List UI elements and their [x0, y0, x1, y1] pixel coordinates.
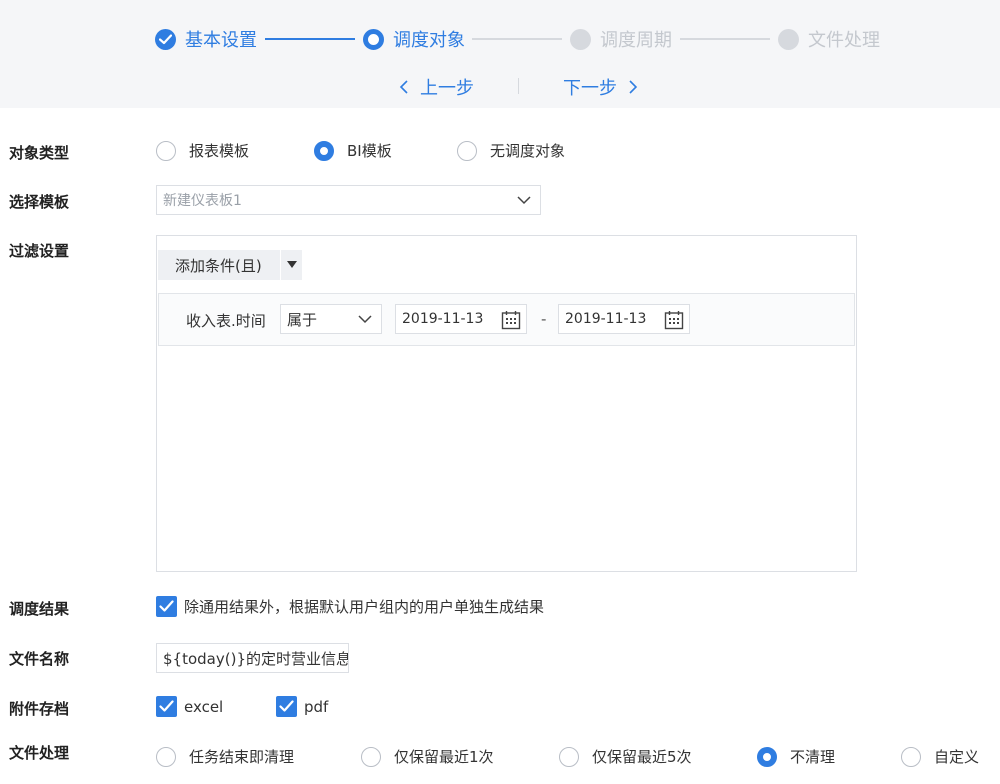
- wizard-header: 基本设置 调度对象 调度周期 文件处理 上一步 下一步: [0, 0, 1000, 108]
- checkbox-label: excel: [184, 697, 224, 716]
- filter-condition-row: 收入表.时间 属于 2019-11-13 - 2019-11-13: [158, 293, 855, 346]
- pdf-checkbox[interactable]: pdf: [276, 696, 328, 717]
- step-label: 调度对象: [393, 30, 465, 51]
- template-select[interactable]: 新建仪表板1: [156, 185, 541, 215]
- radio-no-object[interactable]: 无调度对象: [457, 140, 565, 161]
- radio-label: 无调度对象: [490, 142, 566, 160]
- radio-label: 仅保留最近1次: [394, 748, 494, 766]
- step-connector: [472, 38, 562, 40]
- step-connector: [680, 38, 770, 40]
- filter-label: 过滤设置: [9, 242, 70, 260]
- next-step-label: 下一步: [563, 78, 617, 99]
- schedule-result-label: 调度结果: [9, 600, 70, 618]
- per-user-result-checkbox[interactable]: 除通用结果外，根据默认用户组内的用户单独生成结果: [156, 596, 544, 617]
- step-schedule-period[interactable]: 调度周期: [570, 27, 672, 51]
- template-label: 选择模板: [9, 193, 70, 211]
- radio-label: 报表模板: [189, 142, 250, 160]
- checkbox-label: 除通用结果外，根据默认用户组内的用户单独生成结果: [184, 598, 545, 616]
- radio-circle-selected: [314, 140, 334, 161]
- radio-no-clean[interactable]: 不清理: [757, 746, 835, 767]
- file-name-input[interactable]: ${today()}的定时营业信息: [156, 643, 349, 673]
- step-file-handling[interactable]: 文件处理: [778, 27, 880, 51]
- radio-circle: [901, 746, 921, 767]
- radio-keep-last-1[interactable]: 仅保留最近1次: [361, 746, 494, 767]
- checkbox-checked-icon: [156, 596, 177, 617]
- radio-circle: [156, 746, 176, 767]
- radio-clean-on-finish[interactable]: 任务结束即清理: [156, 746, 294, 767]
- radio-circle: [559, 746, 579, 767]
- checkbox-label: pdf: [304, 697, 329, 716]
- chevron-down-icon: [517, 196, 531, 205]
- radio-label: BI模板: [347, 142, 392, 160]
- add-condition-dropdown[interactable]: [281, 250, 302, 280]
- radio-label: 任务结束即清理: [189, 748, 295, 766]
- chevron-down-icon: [358, 315, 372, 324]
- checkbox-checked-icon: [156, 696, 177, 717]
- active-step-icon: [363, 28, 384, 50]
- step-connector: [265, 38, 355, 40]
- file-name-label: 文件名称: [9, 650, 70, 668]
- calendar-icon[interactable]: [501, 310, 521, 330]
- radio-keep-last-5[interactable]: 仅保留最近5次: [559, 746, 692, 767]
- radio-custom[interactable]: 自定义: [901, 746, 979, 767]
- step-label: 文件处理: [808, 30, 880, 51]
- pending-step-icon: [570, 28, 591, 50]
- file-name-value: ${today()}的定时营业信息: [163, 649, 349, 668]
- prev-step-label: 上一步: [420, 78, 474, 99]
- attachment-label: 附件存档: [9, 700, 70, 718]
- radio-circle: [361, 746, 381, 767]
- pending-step-icon: [778, 28, 799, 50]
- condition-operator-select[interactable]: 属于: [280, 304, 382, 334]
- radio-label: 仅保留最近5次: [592, 748, 692, 766]
- template-select-value: 新建仪表板1: [163, 193, 242, 209]
- object-type-label: 对象类型: [9, 144, 70, 162]
- step-label: 调度周期: [600, 30, 672, 51]
- add-condition-label: 添加条件(且): [175, 256, 262, 275]
- calendar-icon[interactable]: [664, 310, 684, 330]
- step-schedule-object[interactable]: 调度对象: [363, 27, 465, 51]
- start-date-input[interactable]: 2019-11-13: [395, 304, 527, 334]
- caret-down-icon: [286, 261, 297, 268]
- radio-label: 不清理: [790, 748, 836, 766]
- step-label: 基本设置: [185, 30, 257, 51]
- radio-circle: [457, 140, 477, 161]
- end-date-input[interactable]: 2019-11-13: [558, 304, 690, 334]
- radio-label: 自定义: [934, 748, 980, 766]
- prev-step-button[interactable]: 上一步: [399, 74, 474, 100]
- radio-circle-selected: [757, 746, 777, 767]
- step-basic-settings[interactable]: 基本设置: [155, 27, 257, 51]
- add-condition-button[interactable]: 添加条件(且): [158, 250, 280, 280]
- excel-checkbox[interactable]: excel: [156, 696, 223, 717]
- radio-report-template[interactable]: 报表模板: [156, 140, 249, 161]
- end-date-value: 2019-11-13: [565, 311, 647, 327]
- radio-circle: [156, 140, 176, 161]
- check-circle-icon: [155, 28, 176, 50]
- radio-bi-template[interactable]: BI模板: [314, 140, 392, 161]
- checkbox-checked-icon: [276, 696, 297, 717]
- start-date-value: 2019-11-13: [402, 311, 484, 327]
- condition-field: 收入表.时间: [186, 312, 266, 330]
- filter-panel: 添加条件(且) 收入表.时间 属于 2019-11-13 - 2019-11-1…: [156, 235, 857, 572]
- chevron-left-icon: [399, 80, 408, 94]
- file-handling-label: 文件处理: [9, 744, 70, 762]
- nav-divider: [518, 78, 519, 94]
- date-range-separator: -: [541, 310, 547, 328]
- next-step-button[interactable]: 下一步: [563, 74, 638, 100]
- chevron-right-icon: [629, 80, 638, 94]
- operator-value: 属于: [287, 310, 318, 329]
